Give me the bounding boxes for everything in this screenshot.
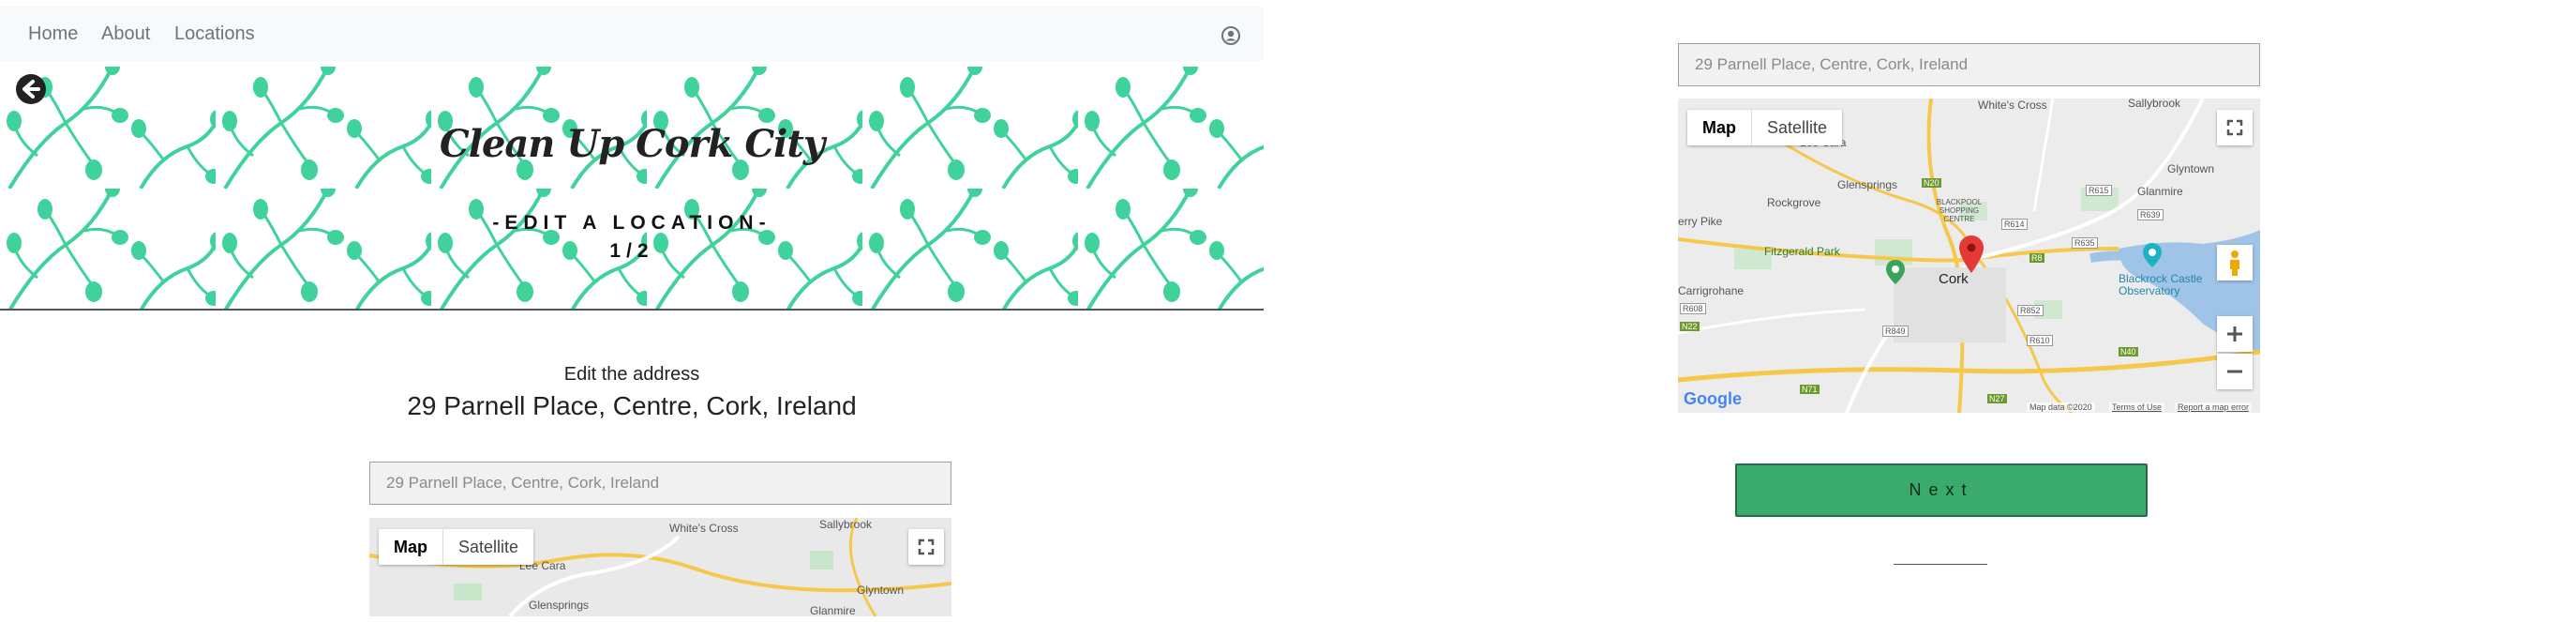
map-type-satellite-button[interactable]: Satellite <box>442 529 533 565</box>
map-label-glyntown: Glyntown <box>857 584 905 597</box>
road-n20: N20 <box>1922 178 1941 188</box>
road-n27: N27 <box>1987 394 2007 403</box>
map-label-whites-cross: White's Cross <box>669 522 739 535</box>
map-type-control: Map Satellite <box>379 529 534 565</box>
map-label-kerry-pike: erry Pike <box>1678 215 1723 228</box>
fullscreen-button[interactable] <box>908 529 944 565</box>
park-pin-icon <box>1886 260 1905 284</box>
next-button[interactable]: Next <box>1735 463 2148 517</box>
map-label-cork: Cork <box>1939 271 1969 287</box>
nav-locations-link[interactable]: Locations <box>174 7 255 61</box>
minus-icon <box>2227 370 2242 373</box>
map-type-map-button[interactable]: Map <box>1687 110 1751 145</box>
road-n71: N71 <box>1800 385 1820 394</box>
report-map-error-link[interactable]: Report a map error <box>2175 402 2253 412</box>
map-label-glyntown: Glyntown <box>2167 162 2215 175</box>
bottom-divider <box>1894 564 1987 565</box>
terms-of-use-link[interactable]: Terms of Use <box>2109 402 2165 412</box>
map-pin-icon[interactable] <box>1959 235 1984 273</box>
google-logo: Google <box>1684 389 1742 408</box>
edit-address-label: Edit the address <box>563 364 700 385</box>
arrow-left-circle-icon[interactable] <box>15 73 47 105</box>
map-label-glanmire: Glanmire <box>2137 185 2183 198</box>
attraction-pin-icon <box>2143 243 2162 267</box>
pegman-icon <box>2230 250 2239 276</box>
fullscreen-button[interactable] <box>2217 110 2253 145</box>
road-r614: R614 <box>2001 219 2028 230</box>
map-type-map-button[interactable]: Map <box>379 529 442 565</box>
site-title: Clean Up Cork City <box>439 122 825 166</box>
map-label-glanmire: Glanmire <box>810 604 856 616</box>
road-n22: N22 <box>1680 322 1700 331</box>
map-label-glensprings: Glensprings <box>529 599 590 612</box>
zoom-out-button[interactable] <box>2217 354 2253 389</box>
map-label-carrigrohane: Carrigrohane <box>1678 284 1745 297</box>
map-label-fitzgerald-park: Fitzgerald Park <box>1764 245 1840 258</box>
road-r635: R635 <box>2072 237 2098 249</box>
pegman-button[interactable] <box>2217 245 2253 281</box>
address-search-input[interactable] <box>369 462 951 505</box>
road-r615: R615 <box>2086 185 2112 196</box>
hero-banner <box>0 67 1264 311</box>
map-label-whites-cross: White's Cross <box>1978 99 2047 112</box>
map-label-glensprings: Glensprings <box>1837 178 1898 191</box>
map-label-blackrock-castle: Blackrock Castle Observatory <box>2119 272 2203 297</box>
nav-about-link[interactable]: About <box>101 7 150 61</box>
road-r8: R8 <box>2029 253 2044 263</box>
navbar: Home About Locations <box>0 7 1264 61</box>
map-type-satellite-button[interactable]: Satellite <box>1751 110 1842 145</box>
road-r852: R852 <box>2017 305 2044 316</box>
fullscreen-icon <box>918 539 935 555</box>
map-view[interactable]: White's Cross Sallybrook Lee Cara Glynto… <box>1678 99 2260 413</box>
nav-home-link[interactable]: Home <box>28 7 78 61</box>
map-label-rockgrove: Rockgrove <box>1767 196 1821 209</box>
address-search-input-right[interactable] <box>1678 43 2260 86</box>
road-r639: R639 <box>2137 209 2164 220</box>
leaf-pattern-background <box>0 67 1264 311</box>
road-n40: N40 <box>2119 347 2138 357</box>
hero-divider <box>0 309 1264 311</box>
page-step-indicator: 1/2 <box>609 240 654 262</box>
road-r849: R849 <box>1882 326 1909 337</box>
map-view-left[interactable]: White's Cross Sallybrook Lee Cara Glynto… <box>369 518 951 616</box>
current-address: 29 Parnell Place, Centre, Cork, Ireland <box>407 391 857 420</box>
zoom-in-button[interactable] <box>2217 316 2253 352</box>
road-r608: R608 <box>1680 303 1706 314</box>
map-label-blackpool: BLACKPOOL SHOPPING CENTRE <box>1936 198 1983 223</box>
road-r610: R610 <box>2027 335 2053 346</box>
plus-icon <box>2227 326 2242 341</box>
map-data-attribution: Map data ©2020 <box>2027 402 2095 412</box>
page-heading: -EDIT A LOCATION- <box>492 212 771 234</box>
map-label-sallybrook: Sallybrook <box>819 518 873 531</box>
map-label-sallybrook: Sallybrook <box>2128 99 2181 110</box>
user-circle-icon[interactable] <box>1221 26 1240 45</box>
map-type-control: Map Satellite <box>1687 110 1843 145</box>
fullscreen-icon <box>2226 119 2243 136</box>
